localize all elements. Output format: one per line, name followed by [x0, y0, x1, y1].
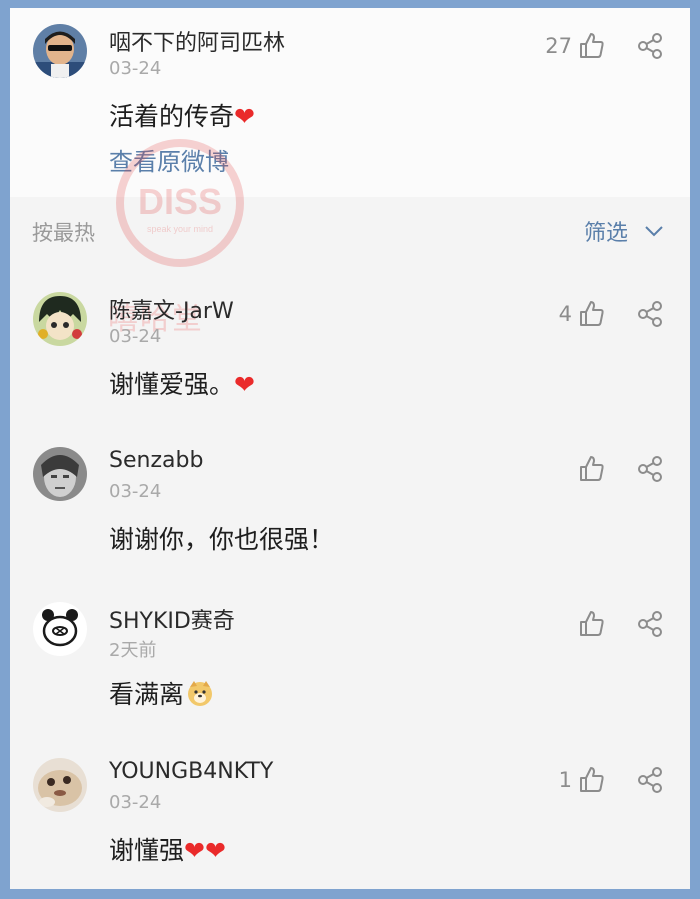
comment-item: 陈嘉文-JarW 03-24 谢懂爱强。❤ 4	[10, 282, 690, 432]
comment-date: 03-24	[109, 58, 162, 79]
heart-emoji-icon: ❤❤	[184, 836, 226, 865]
username[interactable]: YOUNGB4NKTY	[109, 759, 273, 784]
share-icon[interactable]	[636, 455, 664, 483]
comment-actions	[572, 451, 664, 487]
comment-text-body: 谢懂爱强。	[109, 370, 235, 399]
like-count: 4	[558, 302, 572, 326]
username[interactable]: SHYKID赛奇	[109, 603, 235, 635]
chevron-down-icon	[645, 226, 663, 237]
comment-item: YOUNGB4NKTY 03-24 谢懂强❤❤ 1	[10, 748, 690, 889]
thumbs-up-icon[interactable]	[576, 765, 606, 795]
comment-date: 03-24	[109, 481, 162, 502]
comment-text: 谢懂爱强。❤	[109, 365, 255, 401]
view-original-weibo-link[interactable]: 查看原微博	[109, 142, 229, 177]
thumbs-up-icon[interactable]	[576, 299, 606, 329]
comment-text-body: 谢懂强	[109, 836, 185, 865]
comment-text: 谢谢你，你也很强！	[109, 525, 335, 554]
comment-item: Senzabb 03-24 谢谢你，你也很强！	[10, 437, 690, 587]
comment-actions: 27	[545, 28, 664, 64]
thumbs-up-icon[interactable]	[576, 609, 606, 639]
filter-label: 筛选	[583, 221, 628, 246]
share-icon[interactable]	[636, 766, 664, 794]
like-count: 27	[545, 34, 572, 58]
like-count: 1	[558, 768, 572, 792]
comment-date: 03-24	[109, 792, 162, 813]
comment-text-body: 看满离	[109, 680, 185, 709]
thumbs-up-icon[interactable]	[576, 31, 606, 61]
share-icon[interactable]	[636, 610, 664, 638]
avatar[interactable]	[33, 758, 87, 812]
comment-text: 活着的传奇❤	[109, 97, 255, 133]
avatar[interactable]	[33, 292, 87, 346]
heart-emoji-icon: ❤	[234, 102, 255, 131]
comment-date: 03-24	[109, 326, 162, 347]
username[interactable]: 陈嘉文-JarW	[109, 293, 234, 325]
thumbs-up-icon[interactable]	[576, 454, 606, 484]
comment-item: SHYKID赛奇 2天前 看满离	[10, 592, 690, 742]
avatar[interactable]	[33, 447, 87, 501]
comment-text: 谢懂强❤❤	[109, 831, 226, 867]
username[interactable]: 咽不下的阿司匹林	[109, 25, 285, 57]
sort-label[interactable]: 按最热	[32, 217, 95, 247]
top-comment-card: 咽不下的阿司匹林 03-24 活着的传奇❤ 27 查看原微博	[10, 8, 690, 197]
comment-panel: 咽不下的阿司匹林 03-24 活着的传奇❤ 27 查看原微博 按最热 筛选 DI…	[10, 8, 690, 889]
comment-text-body: 活着的传奇	[109, 102, 235, 131]
comment-actions	[572, 606, 664, 642]
share-icon[interactable]	[636, 300, 664, 328]
comment-actions: 1	[559, 762, 664, 798]
heart-emoji-icon: ❤	[234, 370, 255, 399]
comment-text: 看满离	[109, 675, 214, 713]
avatar[interactable]	[33, 24, 87, 78]
doge-emoji-icon	[186, 679, 214, 713]
username[interactable]: Senzabb	[109, 448, 203, 473]
avatar[interactable]	[33, 602, 87, 656]
sort-bar: 按最热 筛选	[10, 197, 690, 257]
share-icon[interactable]	[636, 32, 664, 60]
comment-date: 2天前	[109, 640, 157, 661]
comment-actions: 4	[559, 296, 664, 332]
filter-button[interactable]: 筛选	[584, 215, 664, 247]
